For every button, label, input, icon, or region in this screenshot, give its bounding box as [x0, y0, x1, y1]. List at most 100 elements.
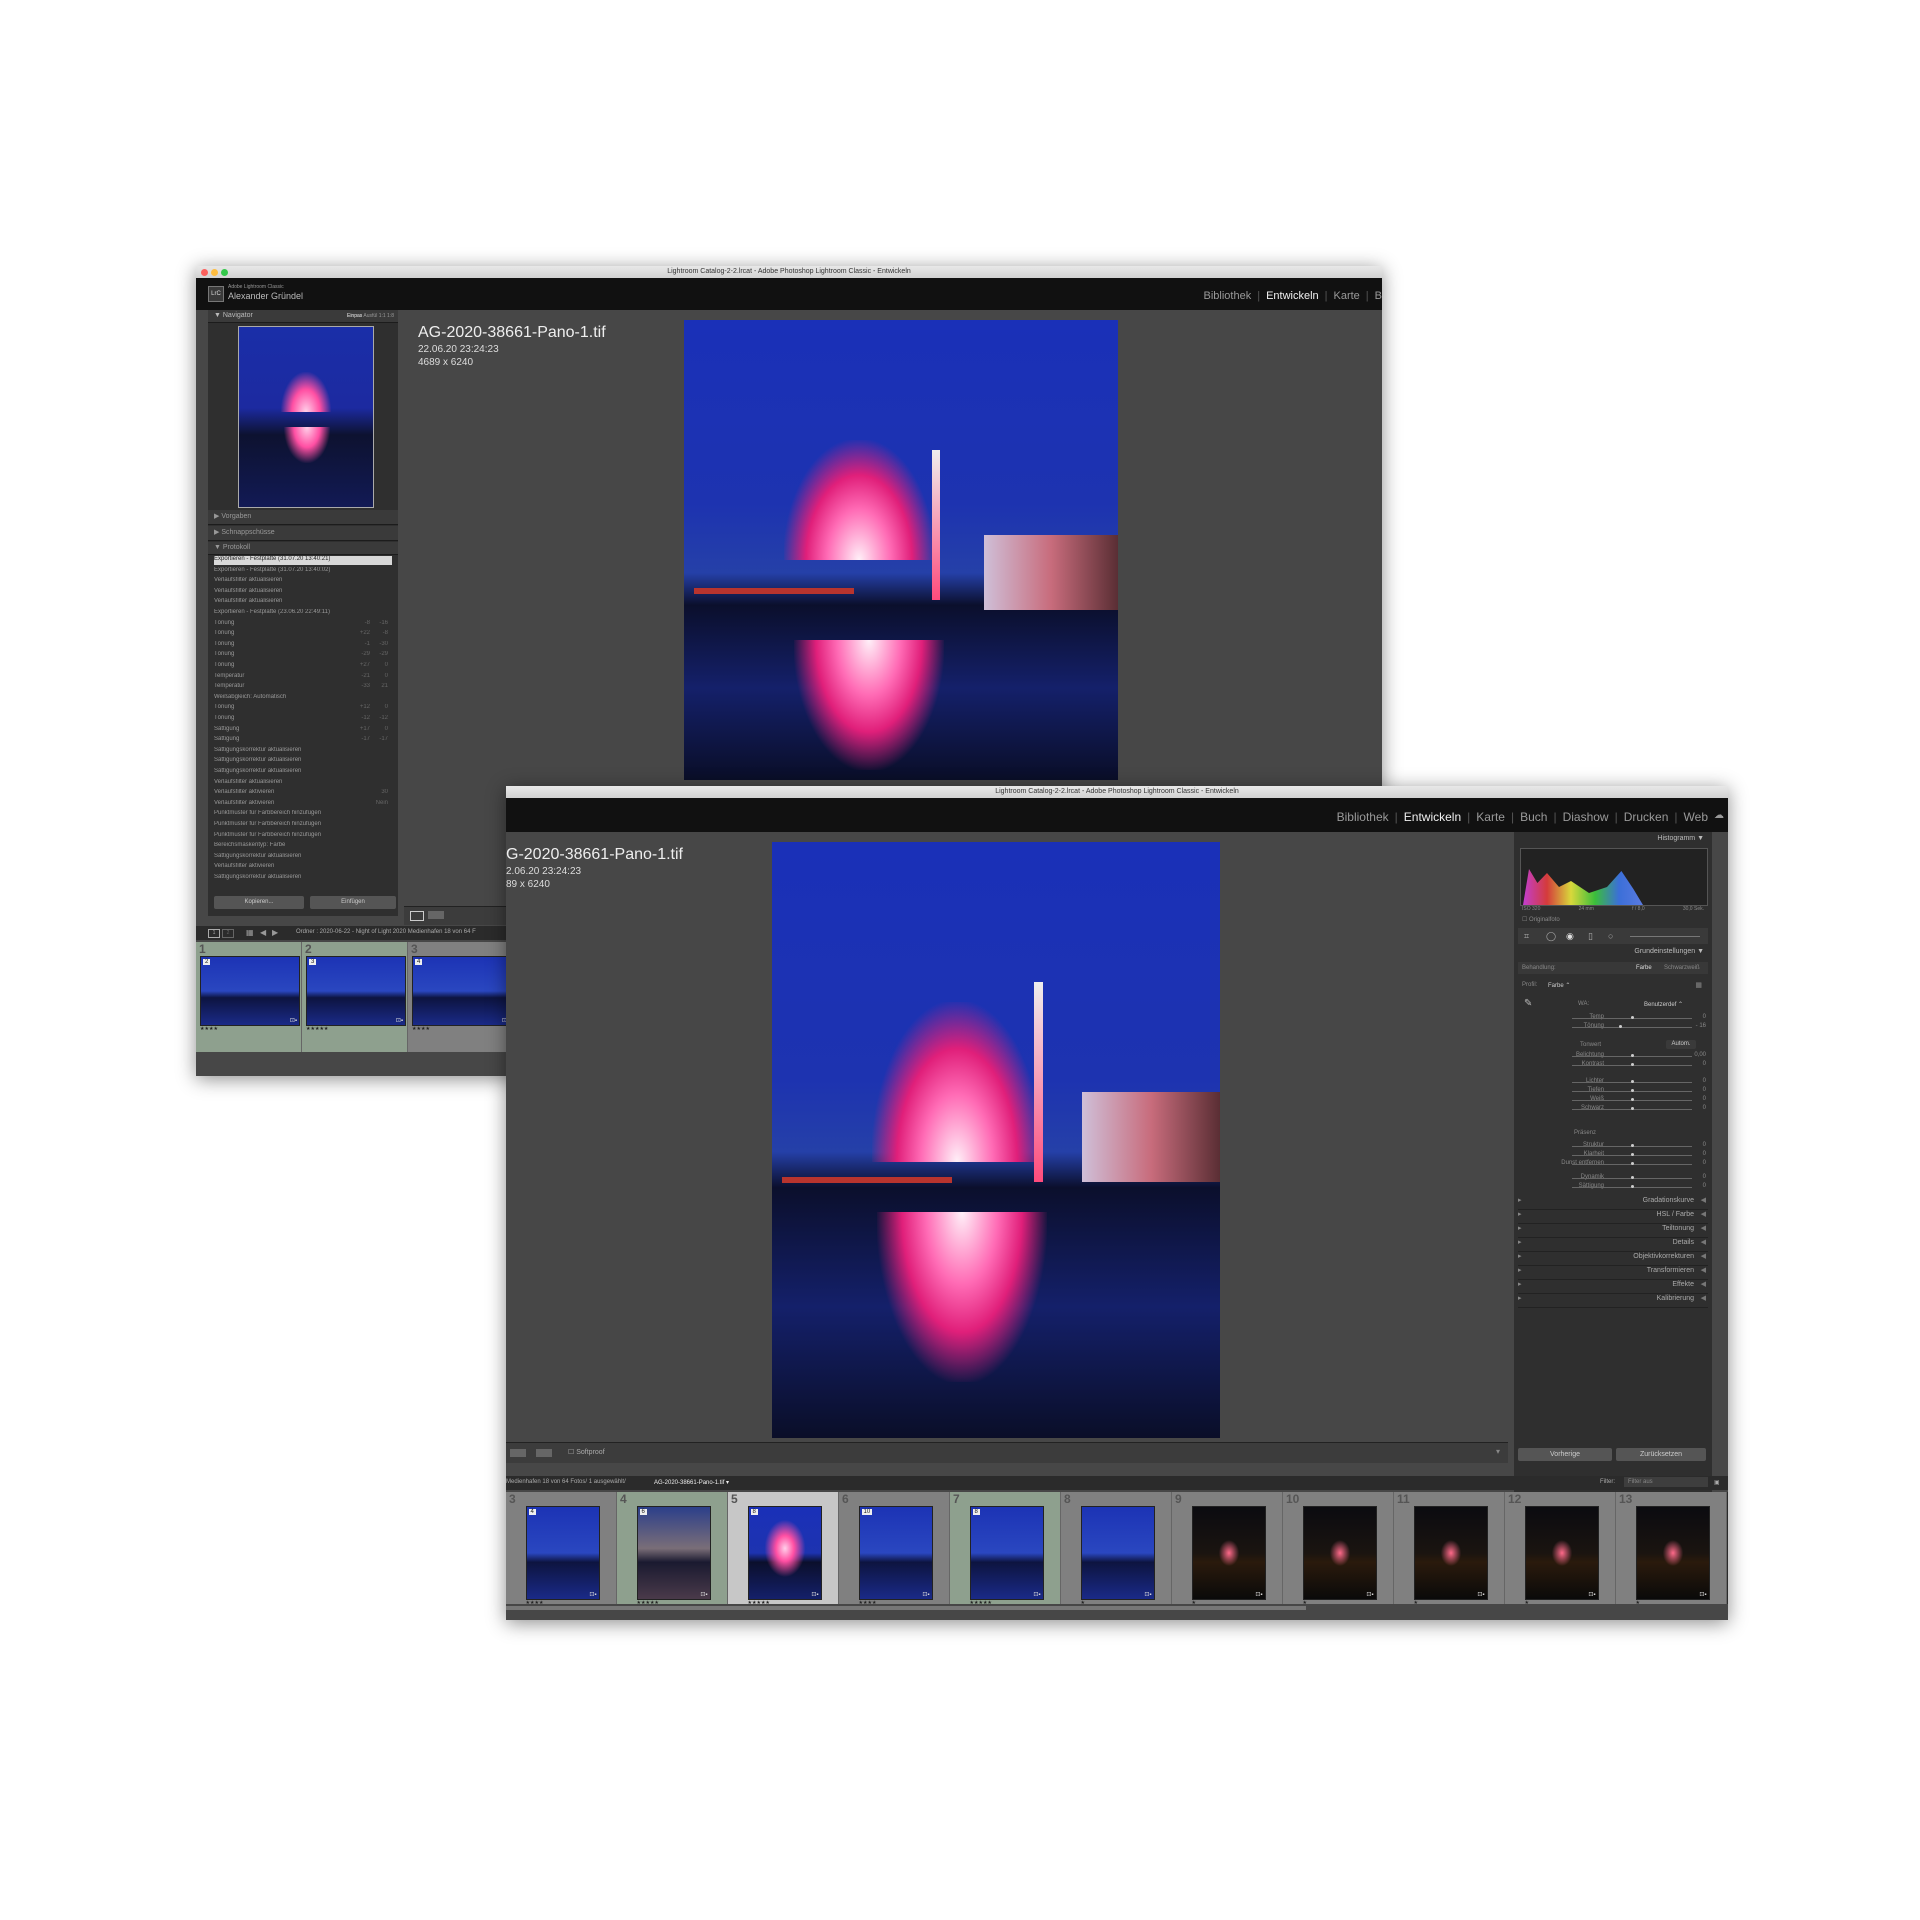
slider-track[interactable] — [1572, 1098, 1692, 1101]
slider-value[interactable]: - 16 — [1696, 1023, 1706, 1029]
previous-button[interactable]: Vorherige — [1518, 1448, 1612, 1461]
thumbnail-badges-icon[interactable]: ⊡▪ — [1033, 1591, 1040, 1598]
slider-knob[interactable] — [1631, 1016, 1634, 1019]
thumbnail-image[interactable]: 4⊡▪ — [525, 1506, 600, 1600]
slider-belichtung[interactable]: Belichtung 0,00 — [1514, 1052, 1712, 1061]
module-5[interactable]: Drucken — [1624, 810, 1669, 824]
slider-struktur[interactable]: Struktur 0 — [1514, 1142, 1712, 1151]
filmstrip-cell[interactable]: 11 ⊡▪ ★ — [1394, 1492, 1505, 1606]
cloud-sync-icon[interactable]: ☁ — [1714, 810, 1724, 821]
stack-badge[interactable]: 4 — [528, 1509, 536, 1515]
thumbnail-image[interactable]: ⊡▪ — [1524, 1506, 1599, 1600]
history-item[interactable]: Sättigung +17 0 — [214, 726, 392, 735]
zoom-window-button[interactable] — [221, 269, 228, 276]
thumbnail-image[interactable]: ⊡▪ — [1191, 1506, 1266, 1600]
slider-track[interactable] — [1572, 1089, 1692, 1092]
slider-knob[interactable] — [1631, 1185, 1634, 1188]
selected-file[interactable]: AG-2020-38661-Pano-1.tif ▾ — [654, 1479, 729, 1486]
navigator-preview[interactable] — [238, 326, 374, 508]
loupe-view-icon[interactable] — [410, 911, 424, 921]
slider-value[interactable]: 0 — [1703, 1087, 1706, 1093]
history-header[interactable]: ▼ Protokoll — [208, 542, 398, 555]
slider-track[interactable] — [1572, 1144, 1692, 1147]
thumbnail-badges-icon[interactable]: ⊡▪ — [1144, 1591, 1151, 1598]
module-0[interactable]: Bibliothek — [1204, 290, 1252, 302]
history-item[interactable]: Sättigung -17 -17 — [214, 736, 392, 745]
before-after-icon[interactable] — [428, 911, 444, 919]
history-item[interactable]: Verlaufsfilter aktualisieren — [214, 588, 392, 597]
treatment-bw[interactable]: Schwarzweiß — [1664, 965, 1700, 971]
thumbnail-image[interactable]: 3 ⊡▪ — [306, 956, 406, 1026]
history-item[interactable]: Sättigungskorrektur aktualisieren — [214, 874, 392, 883]
filmstrip-cell[interactable]: 12 ⊡▪ ★ — [1505, 1492, 1616, 1606]
history-item[interactable]: Sättigungskorrektur aktualisieren — [214, 757, 392, 766]
slider-knob[interactable] — [1631, 1176, 1634, 1179]
slider-dunst-entfernen[interactable]: Dunst entfernen 0 — [1514, 1160, 1712, 1169]
screen-2-icon[interactable]: 2 — [222, 929, 234, 938]
wb-dropdown[interactable]: Benutzerdef ⌃ — [1644, 1001, 1683, 1008]
slider-value[interactable]: 0 — [1703, 1078, 1706, 1084]
brush-size-slider[interactable] — [1630, 936, 1700, 937]
history-item[interactable]: Tönung +12 0 — [214, 704, 392, 713]
slider-knob[interactable] — [1631, 1162, 1634, 1165]
filmstrip-cell[interactable]: 34⊡▪★★★★ — [506, 1492, 617, 1606]
thumbnail-badges-icon[interactable]: ⊡▪ — [396, 1017, 403, 1024]
history-item[interactable]: Verlaufsfilter aktualisieren — [214, 598, 392, 607]
rating-stars[interactable]: ★★★★ — [412, 1026, 430, 1032]
filmstrip-cell[interactable]: 4 6 ⊡▪ ★★★★★ — [617, 1492, 728, 1606]
rating-stars[interactable]: ★ — [1525, 1600, 1529, 1606]
history-item[interactable]: Tönung -12 -12 — [214, 715, 392, 724]
slider-value[interactable]: 0,00 — [1694, 1052, 1706, 1058]
slider-track[interactable] — [1572, 1185, 1692, 1188]
filmstrip-cell[interactable]: 10 ⊡▪ ★ — [1283, 1492, 1394, 1606]
slider-track[interactable] — [1572, 1162, 1692, 1165]
navigator-header[interactable]: ▼ Navigator Einpas Ausfül 1:1 1:8 — [208, 310, 398, 323]
main-photo[interactable] — [684, 320, 1118, 780]
slider-track[interactable] — [1572, 1107, 1692, 1110]
thumbnail-badges-icon[interactable]: ⊡▪ — [290, 1017, 297, 1024]
toolbar-menu-icon[interactable]: ▾ — [1496, 1447, 1500, 1456]
auto-tone-button[interactable]: Autom. — [1666, 1040, 1696, 1049]
thumbnail-image[interactable]: 8 ⊡▪ — [747, 1506, 822, 1600]
thumbnail-badges-icon[interactable]: ⊡▪ — [1477, 1591, 1484, 1598]
module-4[interactable]: Diashow — [1563, 810, 1609, 824]
eyedropper-icon[interactable]: ✎ — [1524, 998, 1532, 1009]
rating-stars[interactable]: ★★★★ — [200, 1026, 218, 1032]
thumbnail-badges-icon[interactable]: ⊡▪ — [922, 1591, 929, 1598]
history-item[interactable]: Verlaufsfilter aktualisieren — [214, 577, 392, 586]
slider-sättigung[interactable]: Sättigung 0 — [1514, 1183, 1712, 1192]
stack-badge[interactable]: 4 — [415, 959, 423, 965]
slider-knob[interactable] — [1619, 1025, 1622, 1028]
before-after-icon[interactable] — [510, 1449, 526, 1457]
module-2[interactable]: Karte — [1334, 290, 1360, 302]
rating-stars[interactable]: ★ — [1414, 1600, 1418, 1606]
presets-header[interactable]: ▶ Vorgaben — [208, 510, 398, 525]
spot-removal-icon[interactable]: ◯ — [1546, 931, 1556, 942]
history-item[interactable]: Verlaufsfilter aktualisieren — [214, 779, 392, 788]
nav-mode-1-8[interactable]: 1:8 — [387, 313, 394, 319]
rating-stars[interactable]: ★★★★★ — [306, 1026, 328, 1032]
back-arrow-icon[interactable]: ◀ — [260, 928, 266, 937]
radial-filter-icon[interactable]: ○ — [1608, 931, 1613, 941]
history-item[interactable]: Exportieren - Festplatte (23.06.20 22:49… — [214, 609, 392, 618]
slider-knob[interactable] — [1631, 1063, 1634, 1066]
nav-mode-fill[interactable]: Ausfül — [363, 313, 377, 319]
slider-tiefen[interactable]: Tiefen 0 — [1514, 1087, 1712, 1096]
filmstrip-cell[interactable]: 9 ⊡▪ ★ — [1172, 1492, 1283, 1606]
thumbnail-image[interactable]: ⊡▪ — [1080, 1506, 1155, 1600]
rating-stars[interactable]: ★ — [1636, 1600, 1640, 1606]
filter-lock-icon[interactable]: ▣ — [1714, 1479, 1720, 1486]
minimize-window-button[interactable] — [211, 269, 218, 276]
slider-schwarz[interactable]: Schwarz 0 — [1514, 1105, 1712, 1114]
history-item[interactable]: Sättigungskorrektur aktualisieren — [214, 853, 392, 862]
thumbnail-image[interactable]: 4⊡▪ — [412, 956, 512, 1026]
slider-value[interactable]: 0 — [1703, 1160, 1706, 1166]
history-item[interactable]: Punktmuster für Farbbereich hinzufügen — [214, 821, 392, 830]
red-eye-icon[interactable]: ◉ — [1566, 931, 1574, 942]
nav-mode-fit[interactable]: Einpas — [347, 313, 362, 319]
history-item[interactable]: Tönung -29 -29 — [214, 651, 392, 660]
slider-track[interactable] — [1572, 1054, 1692, 1057]
slider-track[interactable] — [1572, 1025, 1692, 1028]
slider-value[interactable]: 0 — [1703, 1096, 1706, 1102]
slider-knob[interactable] — [1631, 1107, 1634, 1110]
